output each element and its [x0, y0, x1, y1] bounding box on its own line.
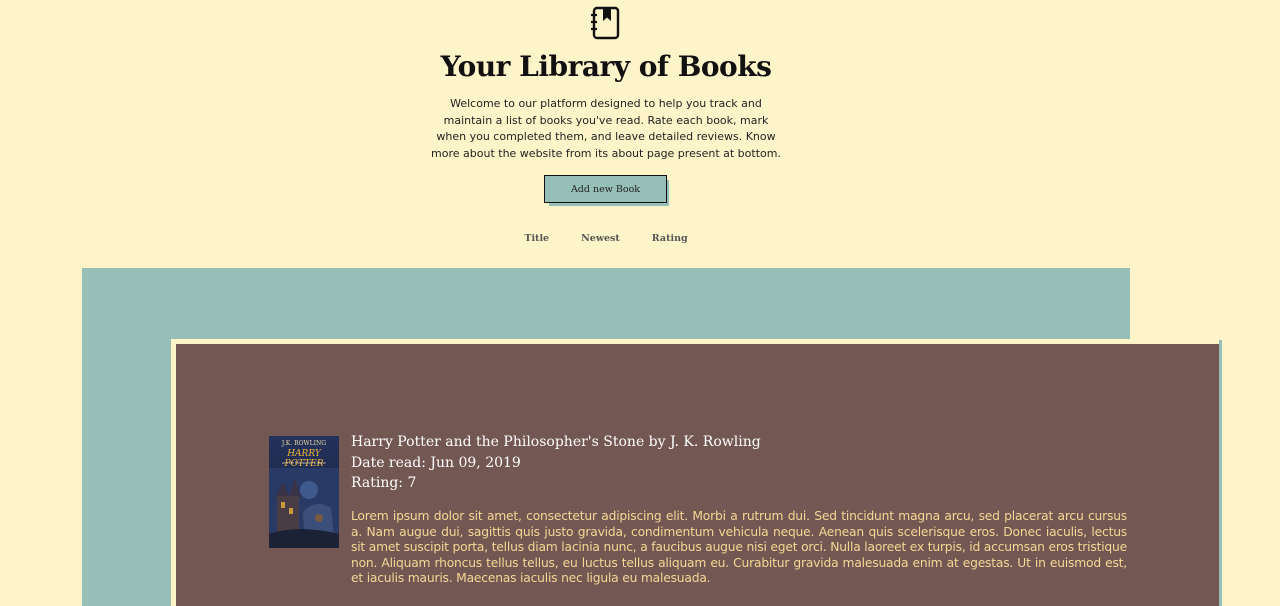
sort-by-newest[interactable]: Newest: [565, 233, 636, 244]
page-title: Your Library of Books: [440, 50, 772, 83]
book-review: Lorem ipsum dolor sit amet, consectetur …: [351, 509, 1127, 586]
book-cover-image: J.K. ROWLING HARRY POTTER and the Philos…: [269, 436, 339, 548]
book-card: J.K. ROWLING HARRY POTTER and the Philos…: [171, 339, 1219, 606]
cover-title-text: HARRY POTTER: [284, 449, 324, 469]
book-rating: Rating: 7: [351, 475, 417, 491]
bookmark-notebook-icon: [591, 6, 620, 40]
sort-bar: Title Newest Rating: [0, 233, 1212, 244]
sort-by-rating[interactable]: Rating: [636, 233, 704, 244]
sort-by-title[interactable]: Title: [508, 233, 565, 244]
add-book-button[interactable]: Add new Book: [544, 175, 667, 203]
add-book-button-wrap: Add new Book: [544, 175, 670, 207]
intro-text: Welcome to our platform designed to help…: [431, 97, 781, 160]
cover-subtitle-text: and the Philosopher's Stone: [282, 461, 326, 465]
page: Your Library of Books Welcome to our pla…: [0, 0, 1280, 606]
cover-author-text: J.K. ROWLING: [281, 440, 327, 447]
cover-illustration: [269, 468, 339, 548]
book-heading: Harry Potter and the Philosopher's Stone…: [351, 434, 761, 450]
book-info: Harry Potter and the Philosopher's Stone…: [351, 432, 761, 494]
book-date-read: Date read: Jun 09, 2019: [351, 454, 521, 471]
